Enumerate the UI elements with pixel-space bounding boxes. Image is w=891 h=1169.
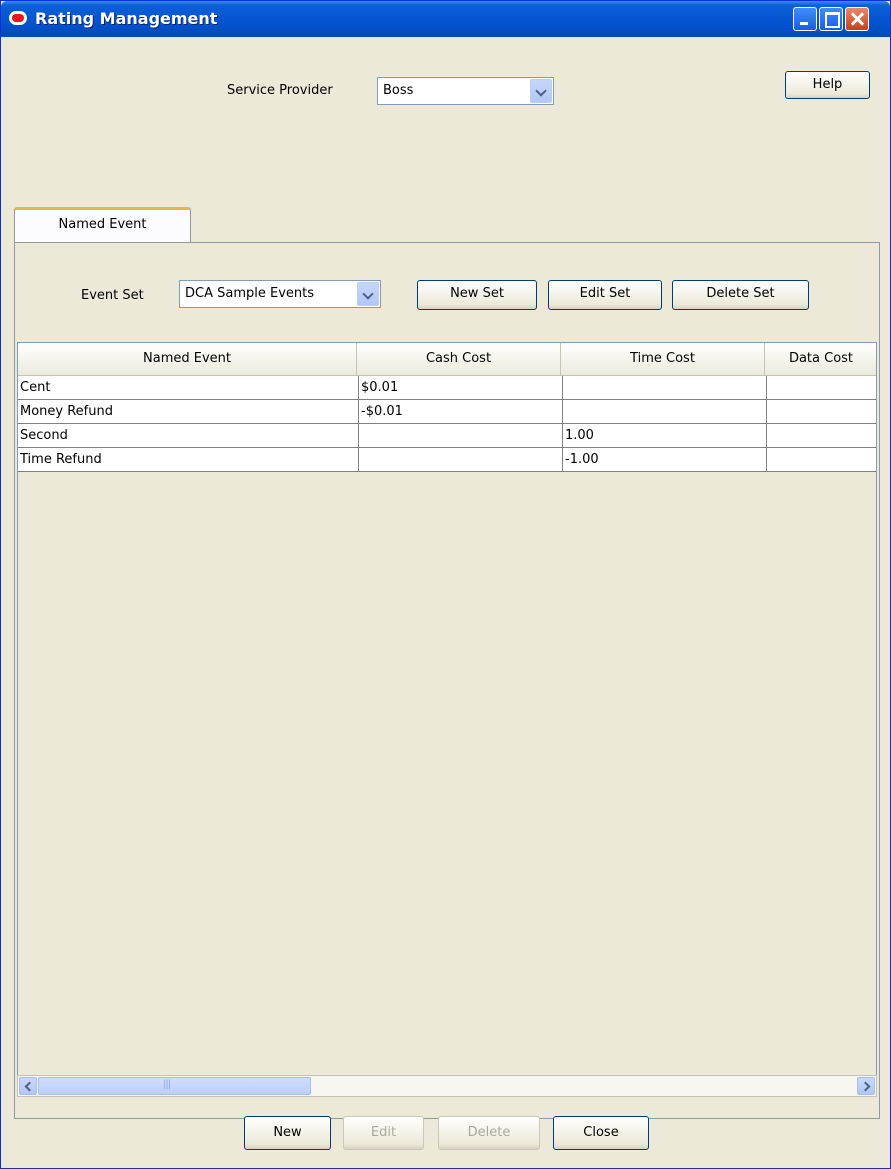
close-button-label: Close	[583, 1125, 619, 1140]
event-set-select[interactable]: DCA Sample Events	[179, 280, 381, 308]
minimize-button[interactable]	[793, 7, 817, 31]
table-cell[interactable]	[563, 376, 767, 400]
column-header-time-cost[interactable]: Time Cost	[561, 343, 765, 375]
table-row[interactable]: Second 1.00	[18, 424, 876, 448]
help-button[interactable]: Help	[785, 71, 870, 99]
delete-button[interactable]: Delete	[438, 1116, 540, 1150]
table-header: Named Event Cash Cost Time Cost Data Cos…	[18, 343, 876, 376]
named-event-table: Named Event Cash Cost Time Cost Data Cos…	[17, 342, 877, 1076]
scroll-left-icon[interactable]	[19, 1077, 37, 1095]
table-cell[interactable]: Money Refund	[18, 400, 359, 424]
close-window-button[interactable]	[845, 7, 869, 31]
event-set-value: DCA Sample Events	[185, 286, 315, 301]
maximize-button[interactable]	[819, 7, 843, 31]
tab-named-event-label: Named Event	[58, 217, 147, 232]
chevron-down-icon[interactable]	[357, 282, 379, 306]
table-row[interactable]: Cent $0.01	[18, 376, 876, 400]
edit-button-label: Edit	[370, 1125, 397, 1140]
horizontal-scrollbar[interactable]	[17, 1075, 877, 1097]
table-cell[interactable]	[563, 400, 767, 424]
table-cell[interactable]	[359, 448, 563, 472]
column-header-named-event[interactable]: Named Event	[18, 343, 357, 375]
table-cell[interactable]: -$0.01	[359, 400, 563, 424]
table-cell[interactable]: Second	[18, 424, 359, 448]
title-bar[interactable]: Rating Management	[1, 1, 890, 37]
table-cell[interactable]	[767, 400, 876, 424]
edit-set-button-label: Edit Set	[579, 286, 631, 301]
rating-management-window: Rating Management Service Provider Boss …	[0, 0, 891, 1169]
service-provider-label: Service Provider	[227, 83, 333, 98]
window-title: Rating Management	[35, 9, 218, 28]
table-row[interactable]: Money Refund -$0.01	[18, 400, 876, 424]
chevron-down-icon[interactable]	[530, 79, 552, 103]
service-provider-select[interactable]: Boss	[377, 77, 554, 105]
edit-button[interactable]: Edit	[343, 1116, 424, 1150]
delete-button-label: Delete	[467, 1125, 511, 1140]
column-header-data-cost[interactable]: Data Cost	[765, 343, 876, 375]
close-button[interactable]: Close	[553, 1116, 649, 1150]
table-row[interactable]: Time Refund -1.00	[18, 448, 876, 472]
delete-set-button[interactable]: Delete Set	[672, 280, 809, 310]
table-cell[interactable]: -1.00	[563, 448, 767, 472]
edit-set-button[interactable]: Edit Set	[548, 280, 662, 310]
oracle-app-icon	[9, 11, 27, 25]
new-set-button[interactable]: New Set	[417, 280, 537, 310]
table-cell[interactable]	[767, 448, 876, 472]
event-set-label: Event Set	[81, 288, 144, 303]
scrollbar-thumb[interactable]	[38, 1077, 311, 1095]
table-cell[interactable]	[359, 424, 563, 448]
new-button-label: New	[273, 1125, 302, 1140]
table-cell[interactable]: Cent	[18, 376, 359, 400]
table-cell[interactable]	[767, 424, 876, 448]
table-cell[interactable]	[767, 376, 876, 400]
table-cell[interactable]: 1.00	[563, 424, 767, 448]
table-cell[interactable]: $0.01	[359, 376, 563, 400]
table-body: Cent $0.01 Money Refund -$0.01 Second 1.…	[18, 376, 876, 472]
delete-set-button-label: Delete Set	[706, 286, 775, 301]
new-button[interactable]: New	[244, 1116, 331, 1150]
scroll-right-icon[interactable]	[857, 1077, 875, 1095]
tab-named-event[interactable]: Named Event	[14, 207, 191, 243]
column-header-cash-cost[interactable]: Cash Cost	[357, 343, 561, 375]
table-cell[interactable]: Time Refund	[18, 448, 359, 472]
service-provider-value: Boss	[383, 83, 414, 98]
new-set-button-label: New Set	[450, 286, 504, 301]
help-button-label: Help	[812, 77, 843, 92]
